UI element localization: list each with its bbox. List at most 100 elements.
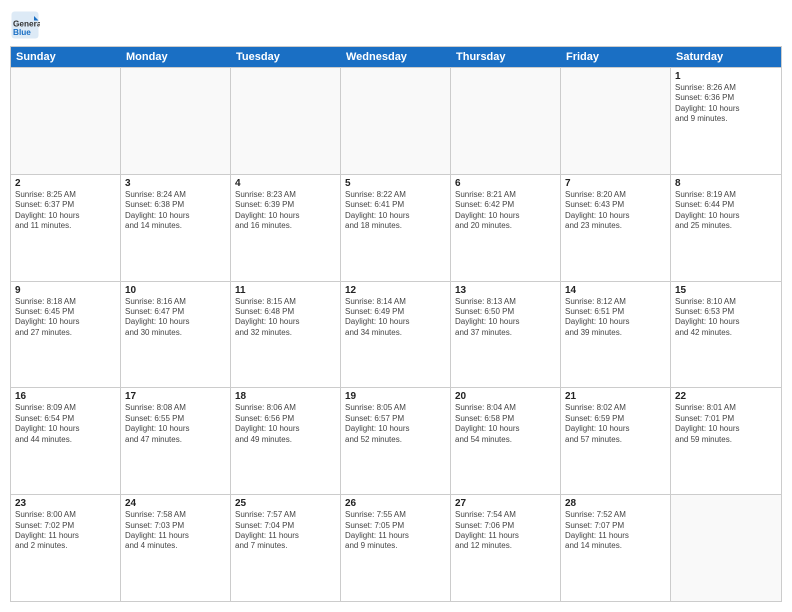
empty-cell: [341, 68, 451, 174]
day-number: 15: [675, 285, 777, 296]
day-cell-11: 11Sunrise: 8:15 AM Sunset: 6:48 PM Dayli…: [231, 282, 341, 388]
day-info: Sunrise: 8:14 AM Sunset: 6:49 PM Dayligh…: [345, 297, 446, 339]
day-info: Sunrise: 8:01 AM Sunset: 7:01 PM Dayligh…: [675, 403, 777, 445]
day-info: Sunrise: 8:06 AM Sunset: 6:56 PM Dayligh…: [235, 403, 336, 445]
day-cell-21: 21Sunrise: 8:02 AM Sunset: 6:59 PM Dayli…: [561, 388, 671, 494]
header-day-monday: Monday: [121, 47, 231, 67]
empty-cell: [11, 68, 121, 174]
header-day-saturday: Saturday: [671, 47, 781, 67]
empty-cell: [231, 68, 341, 174]
day-cell-19: 19Sunrise: 8:05 AM Sunset: 6:57 PM Dayli…: [341, 388, 451, 494]
day-number: 25: [235, 498, 336, 509]
day-info: Sunrise: 7:52 AM Sunset: 7:07 PM Dayligh…: [565, 510, 666, 552]
week-row-1: 2Sunrise: 8:25 AM Sunset: 6:37 PM Daylig…: [11, 174, 781, 281]
day-info: Sunrise: 8:04 AM Sunset: 6:58 PM Dayligh…: [455, 403, 556, 445]
day-number: 14: [565, 285, 666, 296]
day-number: 7: [565, 178, 666, 189]
day-number: 10: [125, 285, 226, 296]
day-info: Sunrise: 8:18 AM Sunset: 6:45 PM Dayligh…: [15, 297, 116, 339]
week-row-2: 9Sunrise: 8:18 AM Sunset: 6:45 PM Daylig…: [11, 281, 781, 388]
calendar-header: SundayMondayTuesdayWednesdayThursdayFrid…: [11, 47, 781, 67]
day-cell-4: 4Sunrise: 8:23 AM Sunset: 6:39 PM Daylig…: [231, 175, 341, 281]
day-cell-8: 8Sunrise: 8:19 AM Sunset: 6:44 PM Daylig…: [671, 175, 781, 281]
week-row-4: 23Sunrise: 8:00 AM Sunset: 7:02 PM Dayli…: [11, 494, 781, 601]
day-info: Sunrise: 8:22 AM Sunset: 6:41 PM Dayligh…: [345, 190, 446, 232]
day-cell-9: 9Sunrise: 8:18 AM Sunset: 6:45 PM Daylig…: [11, 282, 121, 388]
day-cell-6: 6Sunrise: 8:21 AM Sunset: 6:42 PM Daylig…: [451, 175, 561, 281]
day-number: 28: [565, 498, 666, 509]
header-day-friday: Friday: [561, 47, 671, 67]
day-cell-25: 25Sunrise: 7:57 AM Sunset: 7:04 PM Dayli…: [231, 495, 341, 601]
day-info: Sunrise: 8:08 AM Sunset: 6:55 PM Dayligh…: [125, 403, 226, 445]
day-cell-5: 5Sunrise: 8:22 AM Sunset: 6:41 PM Daylig…: [341, 175, 451, 281]
day-cell-22: 22Sunrise: 8:01 AM Sunset: 7:01 PM Dayli…: [671, 388, 781, 494]
week-row-0: 1Sunrise: 8:26 AM Sunset: 6:36 PM Daylig…: [11, 67, 781, 174]
day-cell-26: 26Sunrise: 7:55 AM Sunset: 7:05 PM Dayli…: [341, 495, 451, 601]
logo-icon: General Blue: [10, 10, 40, 40]
day-number: 20: [455, 391, 556, 402]
week-row-3: 16Sunrise: 8:09 AM Sunset: 6:54 PM Dayli…: [11, 387, 781, 494]
day-number: 2: [15, 178, 116, 189]
day-info: Sunrise: 8:05 AM Sunset: 6:57 PM Dayligh…: [345, 403, 446, 445]
day-info: Sunrise: 8:12 AM Sunset: 6:51 PM Dayligh…: [565, 297, 666, 339]
empty-cell: [671, 495, 781, 601]
day-info: Sunrise: 8:26 AM Sunset: 6:36 PM Dayligh…: [675, 83, 777, 125]
day-number: 18: [235, 391, 336, 402]
day-number: 8: [675, 178, 777, 189]
day-cell-3: 3Sunrise: 8:24 AM Sunset: 6:38 PM Daylig…: [121, 175, 231, 281]
day-number: 11: [235, 285, 336, 296]
day-cell-14: 14Sunrise: 8:12 AM Sunset: 6:51 PM Dayli…: [561, 282, 671, 388]
day-cell-17: 17Sunrise: 8:08 AM Sunset: 6:55 PM Dayli…: [121, 388, 231, 494]
day-number: 26: [345, 498, 446, 509]
day-info: Sunrise: 8:16 AM Sunset: 6:47 PM Dayligh…: [125, 297, 226, 339]
header-day-tuesday: Tuesday: [231, 47, 341, 67]
day-number: 19: [345, 391, 446, 402]
day-info: Sunrise: 8:20 AM Sunset: 6:43 PM Dayligh…: [565, 190, 666, 232]
day-number: 16: [15, 391, 116, 402]
day-info: Sunrise: 8:13 AM Sunset: 6:50 PM Dayligh…: [455, 297, 556, 339]
day-cell-23: 23Sunrise: 8:00 AM Sunset: 7:02 PM Dayli…: [11, 495, 121, 601]
day-info: Sunrise: 8:25 AM Sunset: 6:37 PM Dayligh…: [15, 190, 116, 232]
day-number: 22: [675, 391, 777, 402]
day-cell-2: 2Sunrise: 8:25 AM Sunset: 6:37 PM Daylig…: [11, 175, 121, 281]
day-info: Sunrise: 7:57 AM Sunset: 7:04 PM Dayligh…: [235, 510, 336, 552]
day-number: 24: [125, 498, 226, 509]
svg-text:Blue: Blue: [13, 28, 31, 37]
day-cell-12: 12Sunrise: 8:14 AM Sunset: 6:49 PM Dayli…: [341, 282, 451, 388]
header-day-thursday: Thursday: [451, 47, 561, 67]
day-cell-15: 15Sunrise: 8:10 AM Sunset: 6:53 PM Dayli…: [671, 282, 781, 388]
day-cell-1: 1Sunrise: 8:26 AM Sunset: 6:36 PM Daylig…: [671, 68, 781, 174]
logo: General Blue: [10, 10, 44, 40]
day-info: Sunrise: 7:58 AM Sunset: 7:03 PM Dayligh…: [125, 510, 226, 552]
day-cell-13: 13Sunrise: 8:13 AM Sunset: 6:50 PM Dayli…: [451, 282, 561, 388]
day-info: Sunrise: 8:21 AM Sunset: 6:42 PM Dayligh…: [455, 190, 556, 232]
calendar-body: 1Sunrise: 8:26 AM Sunset: 6:36 PM Daylig…: [11, 67, 781, 601]
day-info: Sunrise: 8:09 AM Sunset: 6:54 PM Dayligh…: [15, 403, 116, 445]
day-info: Sunrise: 8:24 AM Sunset: 6:38 PM Dayligh…: [125, 190, 226, 232]
day-number: 1: [675, 71, 777, 82]
day-cell-16: 16Sunrise: 8:09 AM Sunset: 6:54 PM Dayli…: [11, 388, 121, 494]
day-cell-20: 20Sunrise: 8:04 AM Sunset: 6:58 PM Dayli…: [451, 388, 561, 494]
day-info: Sunrise: 8:02 AM Sunset: 6:59 PM Dayligh…: [565, 403, 666, 445]
day-number: 4: [235, 178, 336, 189]
day-info: Sunrise: 7:54 AM Sunset: 7:06 PM Dayligh…: [455, 510, 556, 552]
header-day-sunday: Sunday: [11, 47, 121, 67]
day-cell-28: 28Sunrise: 7:52 AM Sunset: 7:07 PM Dayli…: [561, 495, 671, 601]
day-cell-10: 10Sunrise: 8:16 AM Sunset: 6:47 PM Dayli…: [121, 282, 231, 388]
day-number: 6: [455, 178, 556, 189]
day-info: Sunrise: 8:15 AM Sunset: 6:48 PM Dayligh…: [235, 297, 336, 339]
day-info: Sunrise: 7:55 AM Sunset: 7:05 PM Dayligh…: [345, 510, 446, 552]
empty-cell: [121, 68, 231, 174]
day-info: Sunrise: 8:10 AM Sunset: 6:53 PM Dayligh…: [675, 297, 777, 339]
day-number: 23: [15, 498, 116, 509]
day-info: Sunrise: 8:19 AM Sunset: 6:44 PM Dayligh…: [675, 190, 777, 232]
day-number: 5: [345, 178, 446, 189]
day-info: Sunrise: 8:23 AM Sunset: 6:39 PM Dayligh…: [235, 190, 336, 232]
day-number: 12: [345, 285, 446, 296]
day-number: 17: [125, 391, 226, 402]
empty-cell: [451, 68, 561, 174]
day-info: Sunrise: 8:00 AM Sunset: 7:02 PM Dayligh…: [15, 510, 116, 552]
day-cell-24: 24Sunrise: 7:58 AM Sunset: 7:03 PM Dayli…: [121, 495, 231, 601]
day-number: 27: [455, 498, 556, 509]
calendar: SundayMondayTuesdayWednesdayThursdayFrid…: [10, 46, 782, 602]
